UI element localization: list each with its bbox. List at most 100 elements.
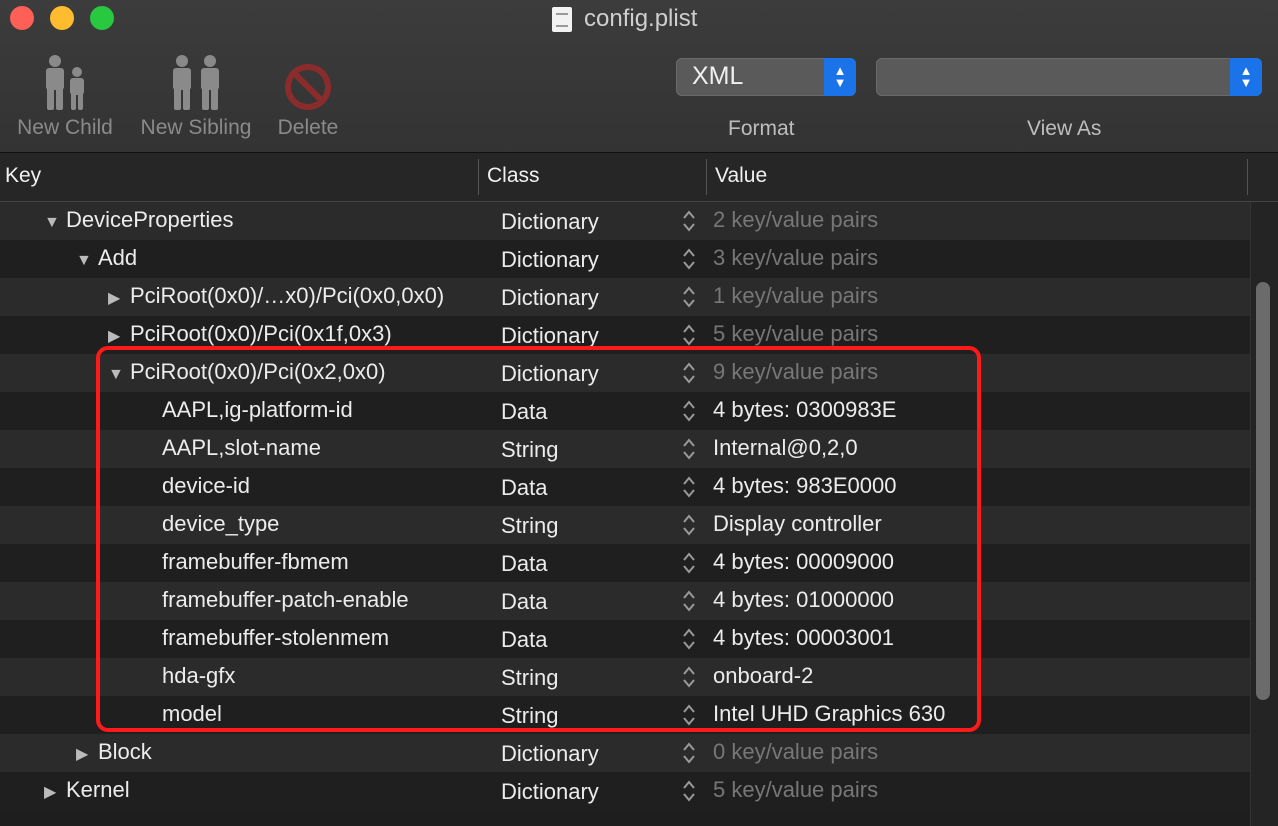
row-class[interactable]: Dictionary: [501, 779, 599, 805]
outline-row[interactable]: ▶ PciRoot(0x0)/…x0)/Pci(0x0,0x0) Dictiona…: [0, 278, 1250, 316]
disclosure-collapsed-icon[interactable]: ▶: [108, 288, 126, 308]
row-class[interactable]: String: [501, 665, 558, 691]
row-value[interactable]: 4 bytes: 01000000: [713, 587, 894, 613]
row-key: PciRoot(0x0)/Pci(0x2,0x0): [130, 359, 386, 384]
outline-row[interactable]: ▶ Kernel Dictionary 5 key/value pairs: [0, 772, 1250, 810]
column-divider[interactable]: [706, 159, 707, 195]
outline-row[interactable]: ▼ DeviceProperties Dictionary 2 key/value…: [0, 202, 1250, 240]
new-child-button[interactable]: New Child: [10, 50, 120, 140]
column-divider[interactable]: [478, 159, 479, 195]
format-select-chevron-icon: ▲ ▼: [824, 58, 856, 96]
outline-row[interactable]: model String Intel UHD Graphics 630: [0, 696, 1250, 734]
row-value[interactable]: Internal@0,2,0: [713, 435, 858, 461]
delete-button[interactable]: Delete: [268, 50, 348, 140]
row-class[interactable]: Dictionary: [501, 247, 599, 273]
row-key: DeviceProperties: [66, 207, 234, 232]
new-sibling-button[interactable]: New Sibling: [132, 50, 260, 140]
row-value[interactable]: 4 bytes: 00003001: [713, 625, 894, 651]
outline-row[interactable]: ▶ PciRoot(0x0)/Pci(0x1f,0x3) Dictionary 5…: [0, 316, 1250, 354]
zoom-window-button[interactable]: [90, 6, 114, 30]
row-value[interactable]: Display controller: [713, 511, 882, 537]
new-child-label: New Child: [17, 116, 113, 139]
row-class[interactable]: Data: [501, 475, 547, 501]
row-class[interactable]: Dictionary: [501, 209, 599, 235]
updown-arrows-icon[interactable]: [682, 665, 696, 689]
row-value[interactable]: Intel UHD Graphics 630: [713, 701, 945, 727]
updown-arrows-icon[interactable]: [682, 475, 696, 499]
outline-row[interactable]: device_type String Display controller: [0, 506, 1250, 544]
row-key: AAPL,slot-name: [162, 435, 321, 460]
scrollbar-thumb[interactable]: [1256, 282, 1270, 700]
row-value[interactable]: onboard-2: [713, 663, 813, 689]
row-key: Kernel: [66, 777, 130, 802]
disclosure-collapsed-icon[interactable]: ▶: [108, 326, 126, 346]
row-key: device_type: [162, 511, 280, 536]
updown-arrows-icon[interactable]: [682, 703, 696, 727]
row-class[interactable]: String: [501, 703, 558, 729]
updown-arrows-icon[interactable]: [682, 247, 696, 271]
row-key: framebuffer-patch-enable: [162, 587, 409, 612]
outline-row[interactable]: framebuffer-stolenmem Data 4 bytes: 0000…: [0, 620, 1250, 658]
updown-arrows-icon[interactable]: [682, 589, 696, 613]
close-window-button[interactable]: [10, 6, 34, 30]
row-class[interactable]: Dictionary: [501, 361, 599, 387]
row-class[interactable]: Data: [501, 589, 547, 615]
disclosure-expanded-icon[interactable]: ▼: [76, 252, 94, 270]
new-sibling-icon: [132, 50, 260, 112]
row-class[interactable]: Dictionary: [501, 741, 599, 767]
updown-arrows-icon[interactable]: [682, 513, 696, 537]
format-select[interactable]: XML ▲ ▼: [676, 58, 856, 96]
row-class[interactable]: String: [501, 437, 558, 463]
row-value: 5 key/value pairs: [713, 321, 879, 346]
outline-row[interactable]: AAPL,slot-name String Internal@0,2,0: [0, 430, 1250, 468]
row-value: 5 key/value pairs: [713, 777, 879, 802]
format-label: Format: [728, 117, 795, 140]
row-class[interactable]: Data: [501, 399, 547, 425]
outline-row[interactable]: framebuffer-patch-enable Data 4 bytes: 0…: [0, 582, 1250, 620]
view-as-select[interactable]: ▲ ▼: [876, 58, 1262, 96]
outline-row[interactable]: device-id Data 4 bytes: 983E0000: [0, 468, 1250, 506]
column-header-class[interactable]: Class: [487, 164, 540, 188]
updown-arrows-icon[interactable]: [682, 361, 696, 385]
row-key: model: [162, 701, 222, 726]
disclosure-expanded-icon[interactable]: ▼: [108, 366, 126, 384]
updown-arrows-icon[interactable]: [682, 285, 696, 309]
row-value[interactable]: 4 bytes: 0300983E: [713, 397, 896, 423]
row-class[interactable]: Data: [501, 627, 547, 653]
row-class[interactable]: Data: [501, 551, 547, 577]
row-value[interactable]: 4 bytes: 983E0000: [713, 473, 896, 499]
updown-arrows-icon[interactable]: [682, 551, 696, 575]
row-value: 2 key/value pairs: [713, 207, 879, 232]
vertical-scrollbar[interactable]: [1250, 202, 1278, 826]
disclosure-collapsed-icon[interactable]: ▶: [44, 782, 62, 802]
minimize-window-button[interactable]: [50, 6, 74, 30]
row-key: framebuffer-fbmem: [162, 549, 349, 574]
new-sibling-label: New Sibling: [140, 116, 252, 139]
row-class[interactable]: Dictionary: [501, 323, 599, 349]
row-key: Block: [98, 739, 152, 764]
row-class[interactable]: Dictionary: [501, 285, 599, 311]
updown-arrows-icon[interactable]: [682, 437, 696, 461]
column-header-value[interactable]: Value: [715, 164, 767, 188]
updown-arrows-icon[interactable]: [682, 399, 696, 423]
outline-row[interactable]: ▶ Block Dictionary 0 key/value pairs: [0, 734, 1250, 772]
outline-row[interactable]: framebuffer-fbmem Data 4 bytes: 00009000: [0, 544, 1250, 582]
disclosure-expanded-icon[interactable]: ▼: [44, 214, 62, 232]
view-as-label: View As: [1027, 117, 1102, 140]
window-titlebar: config.plist New Child New Sibling Delet…: [0, 0, 1278, 153]
updown-arrows-icon[interactable]: [682, 779, 696, 803]
outline-row[interactable]: hda-gfx String onboard-2: [0, 658, 1250, 696]
disclosure-collapsed-icon[interactable]: ▶: [76, 744, 94, 764]
outline-row[interactable]: AAPL,ig-platform-id Data 4 bytes: 030098…: [0, 392, 1250, 430]
outline-row[interactable]: ▼ Add Dictionary 3 key/value pairs: [0, 240, 1250, 278]
updown-arrows-icon[interactable]: [682, 741, 696, 765]
row-value[interactable]: 4 bytes: 00009000: [713, 549, 894, 575]
row-class[interactable]: String: [501, 513, 558, 539]
column-divider[interactable]: [1247, 159, 1248, 195]
updown-arrows-icon[interactable]: [682, 209, 696, 233]
outline-row[interactable]: ▼ PciRoot(0x0)/Pci(0x2,0x0) Dictionary 9 …: [0, 354, 1250, 392]
updown-arrows-icon[interactable]: [682, 627, 696, 651]
plist-file-icon: [552, 6, 572, 32]
updown-arrows-icon[interactable]: [682, 323, 696, 347]
column-header-key[interactable]: Key: [5, 164, 41, 188]
